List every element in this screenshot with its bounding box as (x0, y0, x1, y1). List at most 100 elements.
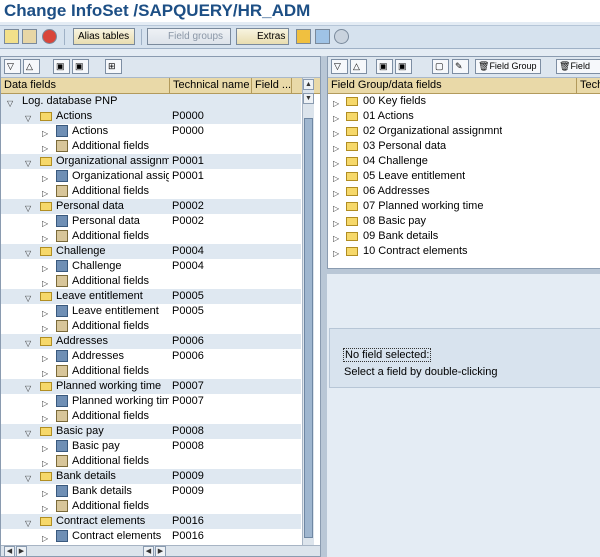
create-icon[interactable]: ▢ (432, 59, 449, 74)
scroll-left-icon[interactable]: ◀ (143, 546, 154, 556)
tree-node[interactable]: ▽ Bank details P0009 (1, 469, 301, 484)
alias-tables-button[interactable]: Alias tables (73, 28, 135, 45)
tree-leaf[interactable]: ▷ Additional fields (1, 454, 301, 470)
folder-icon (40, 472, 52, 481)
tree-node[interactable]: ▽ Leave entitlement P0005 (1, 289, 301, 304)
field-group-item[interactable]: ▷ 04 Challenge (328, 154, 600, 169)
field-groups-button[interactable]: Field groups (147, 28, 231, 45)
field-groups-label: Field groups (168, 31, 224, 42)
tree-leaf[interactable]: ▷ Basic pay P0008 (1, 439, 301, 455)
other-infoset-icon[interactable] (22, 29, 37, 44)
tree-leaf[interactable]: ▷ Personal data P0002 (1, 214, 301, 230)
tree-node[interactable]: ▽ Personal data P0002 (1, 199, 301, 214)
additional-fields-icon (56, 500, 68, 512)
tree-node[interactable]: ▽ Organizational assignme P0001 (1, 154, 301, 169)
tree-leaf[interactable]: ▷ Additional fields (1, 184, 301, 200)
tree-leaf-label: Personal data (72, 215, 140, 227)
tree-node[interactable]: ▽ Actions P0000 (1, 109, 301, 124)
find-next-icon[interactable]: ▣ (72, 59, 89, 74)
additional-fields-icon (56, 275, 68, 287)
tree-leaf-tech: P0009 (172, 485, 204, 497)
tree-node[interactable]: ▽ Addresses P0006 (1, 334, 301, 349)
tree-leaf[interactable]: ▷ Additional fields (1, 364, 301, 380)
folder-icon (346, 97, 358, 106)
collapsed-arrow-icon[interactable]: ▷ (333, 246, 339, 261)
field-group-item[interactable]: ▷ 02 Organizational assignmnt (328, 124, 600, 139)
tree-leaf[interactable]: ▷ Bank details P0009 (1, 484, 301, 500)
tree-leaf[interactable]: ▷ Actions P0000 (1, 124, 301, 140)
column-technical-name[interactable]: Technical name (170, 78, 252, 93)
tree-leaf[interactable]: ▷ Additional fields (1, 139, 301, 155)
folder-icon (346, 157, 358, 166)
tree-leaf[interactable]: ▷ Challenge P0004 (1, 259, 301, 275)
left-horizontal-scrollbar[interactable]: ◀ ▶ ◀ ▶ (1, 545, 320, 556)
edit-icon[interactable]: ✎ (452, 59, 469, 74)
tree-leaf-label: Basic pay (72, 440, 120, 452)
extras-button[interactable]: Extras (236, 28, 289, 45)
field-group-item[interactable]: ▷ 05 Leave entitlement (328, 169, 600, 184)
hierarchy-icon[interactable]: ⊞ (105, 59, 122, 74)
delete-field-group-button[interactable]: 🗑Field Group (475, 59, 541, 74)
tree-leaf[interactable]: ▷ Additional fields (1, 409, 301, 425)
tree-leaf[interactable]: ▷ Additional fields (1, 319, 301, 335)
tree-leaf[interactable]: ▷ Addresses P0006 (1, 349, 301, 365)
field-group-item[interactable]: ▷ 01 Actions (328, 109, 600, 124)
tree-leaf[interactable]: ▷ Contract elements P0016 (1, 529, 301, 543)
field-group-label: 00 Key fields (363, 95, 426, 107)
delete-field-button[interactable]: 🗑Field (556, 59, 600, 74)
field-group-item[interactable]: ▷ 07 Planned working time (328, 199, 600, 214)
folder-icon (346, 232, 358, 241)
scroll-right-icon[interactable]: ▶ (155, 546, 166, 556)
scroll-thumb[interactable] (304, 118, 313, 538)
field-group-item[interactable]: ▷ 08 Basic pay (328, 214, 600, 229)
tree-leaf[interactable]: ▷ Organizational assigr P0001 (1, 169, 301, 185)
field-group-item[interactable]: ▷ 00 Key fields (328, 94, 600, 109)
column-tech[interactable]: Tech (577, 78, 600, 93)
column-field[interactable]: Field ... (252, 78, 292, 93)
tree-leaf[interactable]: ▷ Additional fields (1, 229, 301, 245)
tree-node[interactable]: ▽ Challenge P0004 (1, 244, 301, 259)
tree-leaf-label: Bank details (72, 485, 132, 497)
help-icon[interactable] (334, 29, 349, 44)
tree-root[interactable]: ▽ Log. database PNP (1, 94, 301, 109)
find-next-icon[interactable]: ▣ (395, 59, 412, 74)
scroll-right-icon[interactable]: ▶ (16, 546, 27, 556)
field-group-item[interactable]: ▷ 10 Contract elements (328, 244, 600, 259)
collapse-all-icon[interactable]: △ (350, 59, 367, 74)
tree-node[interactable]: ▽ Basic pay P0008 (1, 424, 301, 439)
find-icon[interactable]: ▣ (53, 59, 70, 74)
field-group-item[interactable]: ▷ 03 Personal data (328, 139, 600, 154)
field-group-item[interactable]: ▷ 06 Addresses (328, 184, 600, 199)
folder-icon (40, 157, 52, 166)
field-group-item[interactable]: ▷ 09 Bank details (328, 229, 600, 244)
tree-leaf-tech: P0004 (172, 260, 204, 272)
tree-leaf[interactable]: ▷ Leave entitlement P0005 (1, 304, 301, 320)
collapsed-arrow-icon[interactable]: ▷ (42, 531, 48, 543)
column-data-fields[interactable]: Data fields (1, 78, 170, 93)
tree-leaf[interactable]: ▷ Additional fields (1, 499, 301, 515)
toolbar-separator (64, 29, 65, 45)
horizontal-splitter[interactable] (327, 269, 600, 274)
scroll-left-icon[interactable]: ◀ (4, 546, 15, 556)
table-icon (56, 440, 68, 452)
tree-node-label: Basic pay (56, 425, 104, 437)
column-field-group[interactable]: Field Group/data fields (328, 78, 577, 93)
scroll-up-icon[interactable]: ▲ (303, 79, 314, 90)
generate-icon[interactable] (296, 29, 311, 44)
find-icon[interactable]: ▣ (376, 59, 393, 74)
tree-node-label: Organizational assignme (56, 155, 169, 167)
tree-leaf[interactable]: ▷ Additional fields (1, 274, 301, 290)
tree-leaf[interactable]: ▷ Planned working time P0007 (1, 394, 301, 410)
collapse-all-icon[interactable]: △ (23, 59, 40, 74)
tree-node[interactable]: ▽ Planned working time P0007 (1, 379, 301, 394)
infoset-display-icon[interactable] (315, 29, 330, 44)
stop-icon[interactable] (42, 29, 57, 44)
expand-all-icon[interactable]: ▽ (4, 59, 21, 74)
table-icon (56, 305, 68, 317)
left-vertical-scrollbar[interactable]: ▲ ▼ (302, 78, 314, 545)
tree-node[interactable]: ▽ Contract elements P0016 (1, 514, 301, 529)
tree-leaf-label: Additional fields (72, 500, 150, 512)
scroll-up-icon[interactable]: ▼ (303, 93, 314, 104)
expand-all-icon[interactable]: ▽ (331, 59, 348, 74)
pencil-icon[interactable] (4, 29, 19, 44)
